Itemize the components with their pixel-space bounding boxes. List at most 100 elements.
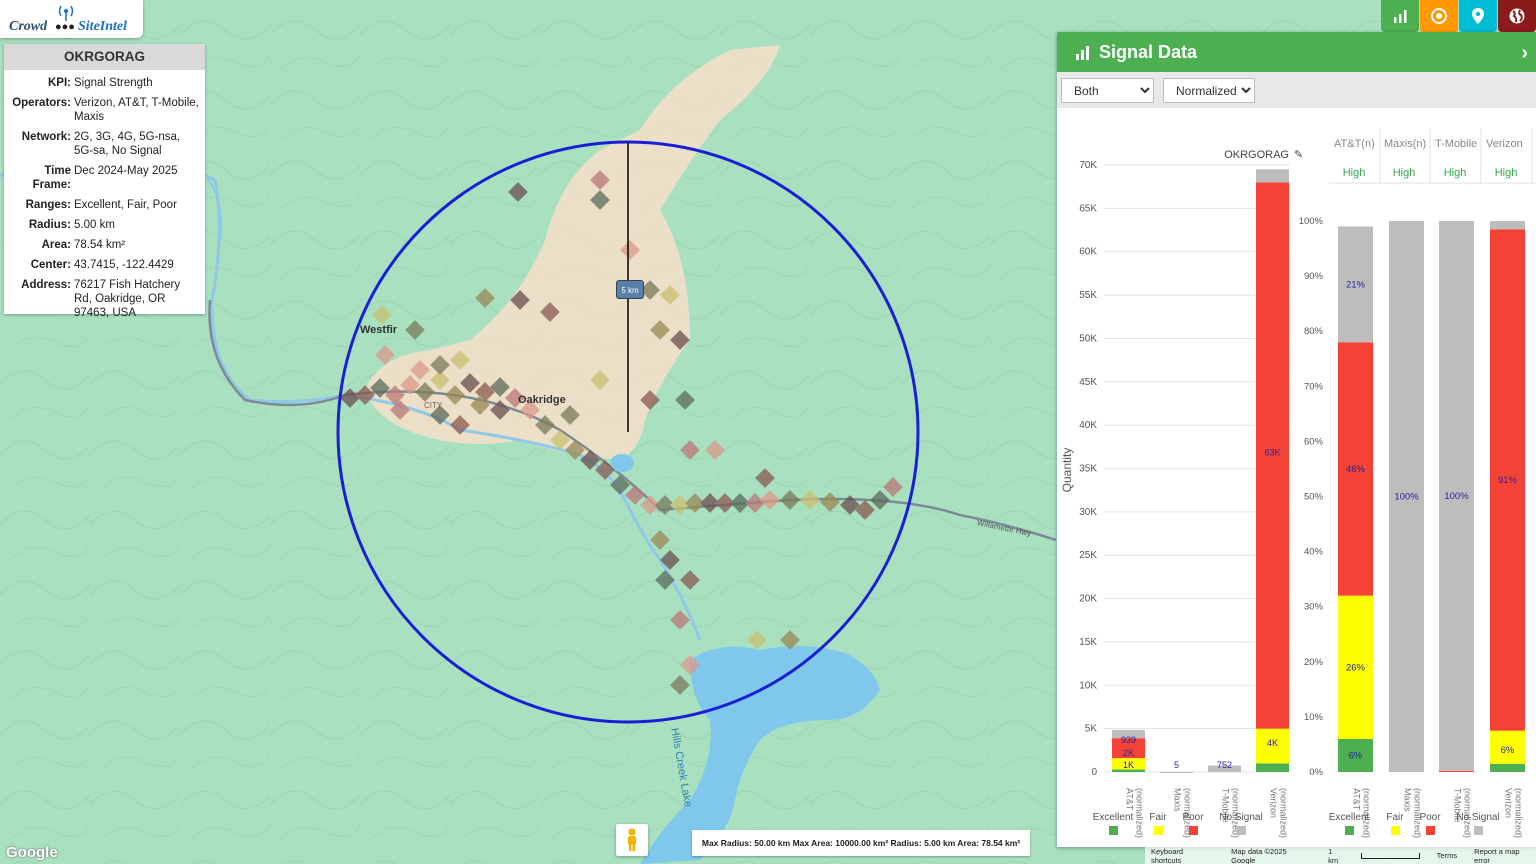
app-logo[interactable]: Crowd ●●● SiteIntel <box>0 0 143 38</box>
terms-link[interactable]: Terms <box>1437 851 1457 860</box>
y-tick-label: 10K <box>1079 680 1097 691</box>
info-value: 78.54 km² <box>74 239 126 251</box>
legend-label: Poor <box>1419 812 1441 823</box>
keyboard-shortcuts-link[interactable]: Keyboard shortcuts <box>1151 847 1214 864</box>
info-row: Center: 43.7415, -122.4429 <box>4 258 205 272</box>
chart-bar <box>1490 221 1525 230</box>
y-tick-label: 60K <box>1079 247 1097 258</box>
data-label: 21% <box>1346 279 1366 290</box>
legend-label: Poor <box>1182 812 1204 823</box>
info-value: 5.00 km <box>74 219 115 231</box>
info-row: Radius: 5.00 km <box>4 218 205 232</box>
legend-label: No Signal <box>1219 812 1262 823</box>
data-label: 46% <box>1346 464 1366 475</box>
column-header: Maxis(n) <box>1384 138 1426 150</box>
legend-swatch <box>1189 826 1198 835</box>
logo-word-siteintel: SiteIntel <box>78 19 128 34</box>
chart-bar <box>1256 169 1289 183</box>
data-label: 2K <box>1123 748 1134 758</box>
y-tick-label: 5K <box>1085 724 1098 735</box>
info-key: Area: <box>41 239 71 251</box>
info-key: Address: <box>21 279 71 291</box>
data-label: 91% <box>1498 475 1518 486</box>
data-label: 6% <box>1349 750 1363 761</box>
chart-bar <box>1490 763 1525 772</box>
y-tick-label: 40% <box>1304 547 1324 558</box>
chart-bar <box>1256 763 1289 772</box>
x-tick-label: Verizon <box>1504 788 1514 818</box>
pegman-icon <box>628 828 636 851</box>
info-key: Network: <box>21 131 71 143</box>
legend-swatch <box>1237 826 1246 835</box>
scale-label: 1 km <box>1328 846 1339 864</box>
info-value: 76217 Fish Hatchery Rd, Oakridge, OR 974… <box>74 279 181 319</box>
legend-swatch <box>1474 826 1483 835</box>
mode-select[interactable]: Normalized <box>1163 78 1255 103</box>
legend-swatch <box>1345 826 1354 835</box>
legend-swatch <box>1154 826 1163 835</box>
x-tick-label: Verizon <box>1269 788 1279 818</box>
info-value: 2G, 3G, 4G, 5G-nsa, 5G-sa, No Signal <box>74 131 181 157</box>
info-row: Operators: Verizon, AT&T, T-Mobile, Maxis <box>4 96 205 124</box>
radius-tag[interactable]: 5 km <box>616 280 644 299</box>
x-tick-label: AT&T <box>1125 788 1135 811</box>
street-view-pegman[interactable] <box>616 824 648 856</box>
y-tick-label: 25K <box>1079 550 1097 561</box>
panel-controls: Both Normalized <box>1057 72 1536 108</box>
y-axis-label: Quantity <box>1060 448 1074 493</box>
target-button[interactable] <box>1420 0 1458 32</box>
map-label-city: CITY <box>424 401 443 410</box>
info-key: Center: <box>30 259 71 271</box>
y-tick-label: 100% <box>1299 216 1324 227</box>
column-value: High <box>1444 167 1467 179</box>
edit-icon: ✎ <box>1294 149 1303 161</box>
data-label: 63K <box>1264 447 1280 457</box>
chart-icon <box>1394 10 1407 23</box>
legend-label: Fair <box>1386 812 1404 823</box>
legend-label: Fair <box>1149 812 1167 823</box>
y-tick-label: 45K <box>1079 377 1097 388</box>
y-tick-label: 80% <box>1304 326 1324 337</box>
data-label: 939 <box>1121 735 1136 745</box>
x-tick-label: (normalized) <box>1514 788 1524 838</box>
data-label: 1K <box>1123 760 1134 770</box>
x-tick-label: (normalized) <box>1135 788 1145 838</box>
y-tick-label: 0 <box>1091 767 1097 778</box>
bar-chart-icon <box>1076 45 1089 60</box>
info-value: Verizon, AT&T, T-Mobile, Maxis <box>74 97 199 123</box>
y-tick-label: 40K <box>1079 420 1097 431</box>
report-error-link[interactable]: Report a map error <box>1474 847 1536 864</box>
info-key: Radius: <box>28 219 71 231</box>
y-tick-label: 20% <box>1304 657 1324 668</box>
map-attribution: Keyboard shortcuts Map data ©2025 Google… <box>1145 847 1536 864</box>
pin-icon <box>1472 8 1484 24</box>
globe-icon <box>1509 8 1525 24</box>
y-tick-label: 0% <box>1309 767 1323 778</box>
data-label: 5 <box>1174 760 1179 770</box>
legend-label: No Signal <box>1456 812 1499 823</box>
chart-title: OKRGORAG <box>1224 149 1289 161</box>
radius-info-text: Max Radius: 50.00 km Max Area: 10000.00 … <box>701 838 1021 848</box>
pin-button[interactable] <box>1459 0 1497 32</box>
y-tick-label: 15K <box>1079 637 1097 648</box>
y-tick-label: 90% <box>1304 271 1324 282</box>
chart-bar <box>1160 771 1193 773</box>
info-value: Dec 2024-May 2025 <box>74 165 178 177</box>
column-value: High <box>1393 167 1416 179</box>
collapse-chevron-icon[interactable]: › <box>1521 42 1528 65</box>
info-row: Ranges: Excellent, Fair, Poor <box>4 198 205 212</box>
panel-header: Signal Data › <box>1057 32 1536 72</box>
info-row: Address: 76217 Fish Hatchery Rd, Oakridge… <box>4 278 205 320</box>
globe-button[interactable] <box>1498 0 1536 32</box>
info-value: 43.7415, -122.4429 <box>74 259 174 271</box>
y-tick-label: 50% <box>1304 492 1324 503</box>
data-label: 752 <box>1217 760 1232 770</box>
x-tick-label: Maxis <box>1403 788 1413 812</box>
legend-swatch <box>1391 826 1400 835</box>
network-select[interactable]: Both <box>1061 78 1154 103</box>
crowd-icon: ●●● <box>55 21 75 33</box>
y-tick-label: 30% <box>1304 602 1324 613</box>
signal-data-panel: Signal Data › Both Normalized 0 5K 10K 15K 2… <box>1057 32 1536 847</box>
data-label: 26% <box>1346 662 1366 673</box>
chart-button[interactable] <box>1381 0 1419 32</box>
